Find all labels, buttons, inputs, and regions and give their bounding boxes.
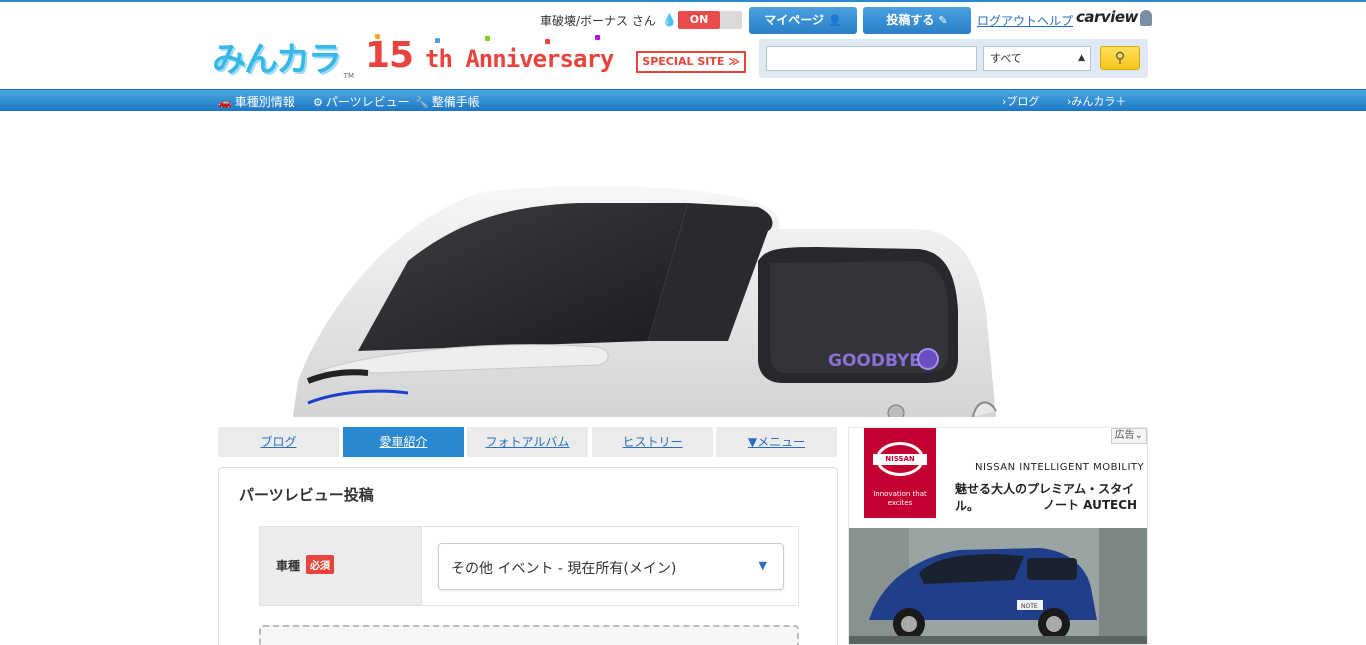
nav-minkara-plus[interactable]: ›みんカラ＋ <box>1067 93 1126 109</box>
search-category-select[interactable]: すべて ▲ <box>983 46 1091 71</box>
logo-text: みんカラ <box>212 40 342 80</box>
confetti-piece <box>595 35 600 40</box>
form-title: パーツレビュー投稿 <box>239 486 374 504</box>
anniversary-number: 15 <box>365 35 414 76</box>
ad-label-text: 広告 <box>1114 430 1135 441</box>
tab-photo-album[interactable]: フォトアルバム <box>467 427 588 457</box>
wrench-icon: 🔧 <box>415 96 429 109</box>
mypage-button[interactable]: マイページ 👤 <box>749 7 857 34</box>
anniversary-word: th Anniversary <box>425 45 614 73</box>
ad-model-name: ノート AUTECH <box>1043 498 1138 512</box>
global-nav: 🚗 車種別情報 ⚙ パーツレビュー 🔧 整備手帳 ›ブログ ›みんカラ＋ <box>0 89 1366 111</box>
notification-toggle[interactable]: 💧 ON <box>662 10 742 31</box>
car-select[interactable]: その他 イベント - 現在所有(メイン) ▼ <box>438 543 784 590</box>
tab-blog[interactable]: ブログ <box>218 427 339 457</box>
search-bar: すべて ▲ ⚲ <box>759 39 1148 78</box>
nav-minkara-plus-label: みんカラ＋ <box>1071 95 1127 108</box>
ad-headline: NISSAN INTELLIGENT MOBILITY <box>975 462 1145 473</box>
goodbye-display: GOODBYE! <box>828 351 929 371</box>
mypage-label: マイページ <box>764 13 825 27</box>
person-icon: 👤 <box>828 14 842 27</box>
note-car-illustration: NOTE <box>849 528 1147 644</box>
plate-text: NOTE <box>1021 603 1038 610</box>
nav-car-info[interactable]: 🚗 車種別情報 <box>218 93 295 110</box>
post-label: 投稿する <box>886 13 935 27</box>
hero-car-image: GOODBYE! <box>218 111 1148 417</box>
nissan-ad[interactable]: NISSAN Innovation that excites 広告⌄ NISSA… <box>848 427 1148 645</box>
nissan-tagline: Innovation that excites <box>873 490 927 507</box>
toggle-off-side <box>720 11 742 29</box>
user-name: 車破壊/ボーナス さん <box>540 14 656 28</box>
tab-history[interactable]: ヒストリー <box>592 427 713 457</box>
wheel-icon: ⚙ <box>313 96 323 109</box>
select-arrows-icon: ▲ <box>1078 53 1085 63</box>
triangle-down-icon: ▼ <box>758 559 767 572</box>
chevron-down-icon: ⌄ <box>1134 430 1143 441</box>
water-drop-icon: 💧 <box>662 13 677 27</box>
toggle-on-label: ON <box>678 11 720 29</box>
nav-car-info-label: 車種別情報 <box>234 95 295 109</box>
nav-blog[interactable]: ›ブログ <box>1002 93 1039 109</box>
car-illustration: GOODBYE! <box>293 185 997 417</box>
nav-maintenance[interactable]: 🔧 整備手帳 <box>415 93 480 110</box>
nissan-brand-block: NISSAN Innovation that excites <box>864 428 936 518</box>
carview-label: carview <box>1076 8 1138 26</box>
minkara-logo[interactable]: みんカラ TM <box>212 40 354 82</box>
carview-logo[interactable]: carview <box>1076 8 1152 26</box>
pen-icon: ✎ <box>938 14 948 27</box>
confetti-piece <box>435 38 440 43</box>
search-input[interactable] <box>766 46 977 71</box>
logout-link[interactable]: ログアウト <box>977 12 1037 29</box>
car-field-row: 車種 必須 その他 イベント - 現在所有(メイン) ▼ <box>259 526 799 606</box>
search-button[interactable]: ⚲ <box>1100 46 1140 70</box>
confetti-piece <box>485 36 490 41</box>
required-badge: 必須 <box>306 555 334 574</box>
parts-review-form: パーツレビュー投稿 車種 必須 その他 イベント - 現在所有(メイン) ▼ <box>218 467 838 645</box>
nav-maintenance-label: 整備手帳 <box>431 95 480 109</box>
car-field-label-cell: 車種 必須 <box>260 527 422 605</box>
tab-menu[interactable]: ▼メニュー <box>716 427 837 457</box>
ad-car-photo: NOTE <box>849 528 1147 644</box>
nissan-logo-text: NISSAN <box>873 454 927 465</box>
photo-drop-area[interactable] <box>259 625 799 645</box>
search-category-value: すべて <box>990 52 1022 65</box>
ad-label[interactable]: 広告⌄ <box>1110 428 1147 444</box>
nav-parts-review-label: パーツレビュー <box>325 95 410 109</box>
car-icon: 🚗 <box>218 96 232 109</box>
car-field-label: 車種 <box>276 559 301 573</box>
nav-parts-review[interactable]: ⚙ パーツレビュー <box>313 93 410 110</box>
search-icon: ⚲ <box>1114 50 1126 66</box>
logo-trademark: TM <box>343 72 354 80</box>
tab-car-intro[interactable]: 愛車紹介 <box>343 427 464 457</box>
special-site-button[interactable]: SPECIAL SITE ≫ <box>636 51 746 73</box>
site-header: 車破壊/ボーナス さん 💧 ON マイページ 👤 投稿する ✎ ログアウト ヘルプ … <box>0 2 1366 89</box>
carview-drop-icon <box>1139 9 1152 26</box>
post-button[interactable]: 投稿する ✎ <box>863 7 971 34</box>
nav-blog-label: ブログ <box>1006 95 1040 108</box>
car-select-value: その他 イベント - 現在所有(メイン) <box>451 561 677 577</box>
help-link[interactable]: ヘルプ <box>1037 12 1073 29</box>
nissan-logo: NISSAN <box>873 442 927 476</box>
